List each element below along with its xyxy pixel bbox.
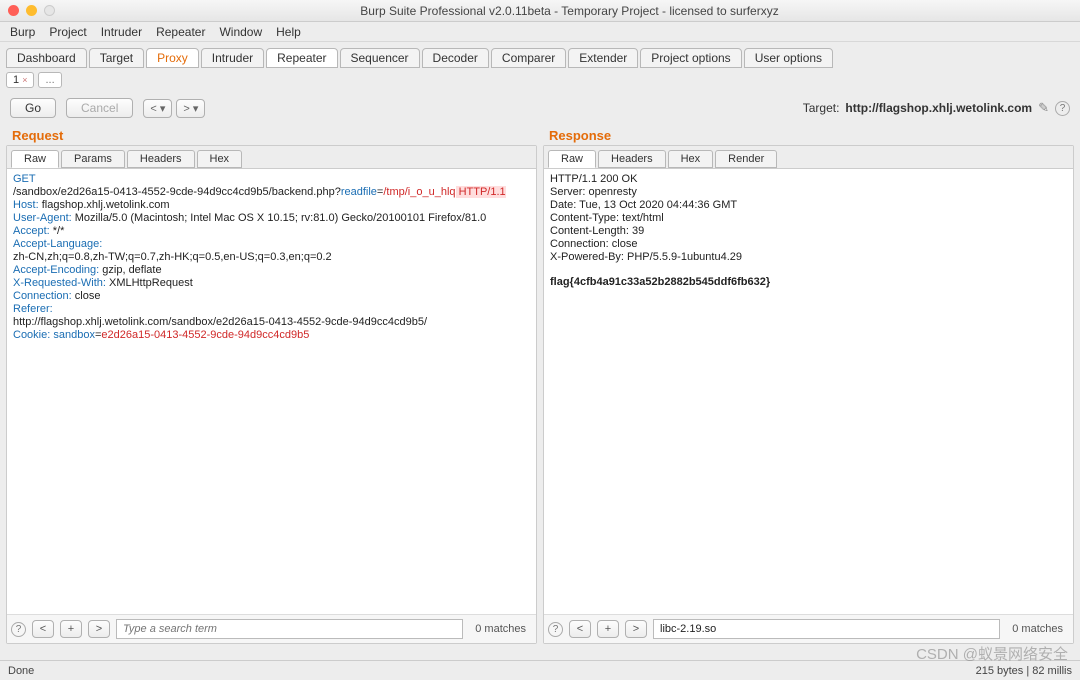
menu-help[interactable]: Help <box>276 25 301 39</box>
response-title: Response <box>543 124 1074 145</box>
response-tab-headers[interactable]: Headers <box>598 150 666 168</box>
history-next-button[interactable]: > ▾ <box>176 99 205 118</box>
request-tab-headers[interactable]: Headers <box>127 150 195 168</box>
tab-decoder[interactable]: Decoder <box>422 48 489 68</box>
search-prev-button[interactable]: < <box>569 620 591 638</box>
response-footer: ? < + > 0 matches <box>544 614 1073 643</box>
menu-project[interactable]: Project <box>49 25 86 39</box>
tab-dashboard[interactable]: Dashboard <box>6 48 87 68</box>
request-body[interactable]: GET /sandbox/e2d26a15-0413-4552-9cde-94d… <box>7 168 536 614</box>
titlebar: Burp Suite Professional v2.0.11beta - Te… <box>0 0 1080 22</box>
cancel-button[interactable]: Cancel <box>66 98 133 118</box>
request-tab-params[interactable]: Params <box>61 150 125 168</box>
window-controls <box>8 5 55 16</box>
tab-target[interactable]: Target <box>89 48 144 68</box>
menu-repeater[interactable]: Repeater <box>156 25 205 39</box>
target-url: http://flagshop.xhlj.wetolink.com <box>845 101 1032 115</box>
tab-user-options[interactable]: User options <box>744 48 833 68</box>
close-tab-icon[interactable]: × <box>22 75 27 85</box>
menubar: Burp Project Intruder Repeater Window He… <box>0 22 1080 42</box>
status-bar: Done 215 bytes | 82 millis <box>0 660 1080 680</box>
menu-window[interactable]: Window <box>219 25 262 39</box>
tab-proxy[interactable]: Proxy <box>146 48 199 68</box>
help-icon[interactable]: ? <box>1055 101 1070 116</box>
history-prev-button[interactable]: < ▾ <box>143 99 172 118</box>
search-add-button[interactable]: + <box>597 620 619 638</box>
minimize-icon[interactable] <box>26 5 37 16</box>
request-title: Request <box>6 124 537 145</box>
tab-repeater[interactable]: Repeater <box>266 48 337 68</box>
response-tab-render[interactable]: Render <box>715 150 777 168</box>
help-icon[interactable]: ? <box>11 622 26 637</box>
repeater-tab-add[interactable]: ... <box>38 72 61 88</box>
search-prev-button[interactable]: < <box>32 620 54 638</box>
response-body[interactable]: HTTP/1.1 200 OK Server: openresty Date: … <box>544 168 1073 614</box>
zoom-icon[interactable] <box>44 5 55 16</box>
action-row: Go Cancel < ▾ > ▾ Target: http://flagsho… <box>6 98 1074 118</box>
tool-tabs: Dashboard Target Proxy Intruder Repeater… <box>6 48 1074 68</box>
repeater-tab-1[interactable]: 1 × <box>6 72 34 88</box>
tab-comparer[interactable]: Comparer <box>491 48 566 68</box>
edit-target-icon[interactable]: ✎ <box>1038 100 1049 116</box>
help-icon[interactable]: ? <box>548 622 563 637</box>
response-tab-hex[interactable]: Hex <box>668 150 714 168</box>
menu-burp[interactable]: Burp <box>10 25 35 39</box>
tab-project-options[interactable]: Project options <box>640 48 741 68</box>
search-next-button[interactable]: > <box>88 620 110 638</box>
request-match-count: 0 matches <box>469 623 532 635</box>
status-right: 215 bytes | 82 millis <box>976 665 1072 677</box>
tab-sequencer[interactable]: Sequencer <box>340 48 420 68</box>
window-title: Burp Suite Professional v2.0.11beta - Te… <box>67 4 1072 18</box>
repeater-subtabs: 1 × ... <box>6 72 1074 88</box>
search-next-button[interactable]: > <box>625 620 647 638</box>
response-search-input[interactable] <box>653 619 1000 639</box>
request-tab-raw[interactable]: Raw <box>11 150 59 168</box>
close-icon[interactable] <box>8 5 19 16</box>
response-match-count: 0 matches <box>1006 623 1069 635</box>
target-display: Target: http://flagshop.xhlj.wetolink.co… <box>803 100 1070 116</box>
response-tab-raw[interactable]: Raw <box>548 150 596 168</box>
response-pane: Raw Headers Hex Render HTTP/1.1 200 OK S… <box>543 145 1074 644</box>
status-left: Done <box>8 665 34 677</box>
request-tab-hex[interactable]: Hex <box>197 150 243 168</box>
request-pane: Raw Params Headers Hex GET /sandbox/e2d2… <box>6 145 537 644</box>
menu-intruder[interactable]: Intruder <box>101 25 142 39</box>
request-search-input[interactable] <box>116 619 463 639</box>
search-add-button[interactable]: + <box>60 620 82 638</box>
tab-extender[interactable]: Extender <box>568 48 638 68</box>
tab-intruder[interactable]: Intruder <box>201 48 264 68</box>
go-button[interactable]: Go <box>10 98 56 118</box>
request-footer: ? < + > 0 matches <box>7 614 536 643</box>
response-flag: flag{4cfb4a91c33a52b2882b545ddf6fb632} <box>550 276 770 288</box>
